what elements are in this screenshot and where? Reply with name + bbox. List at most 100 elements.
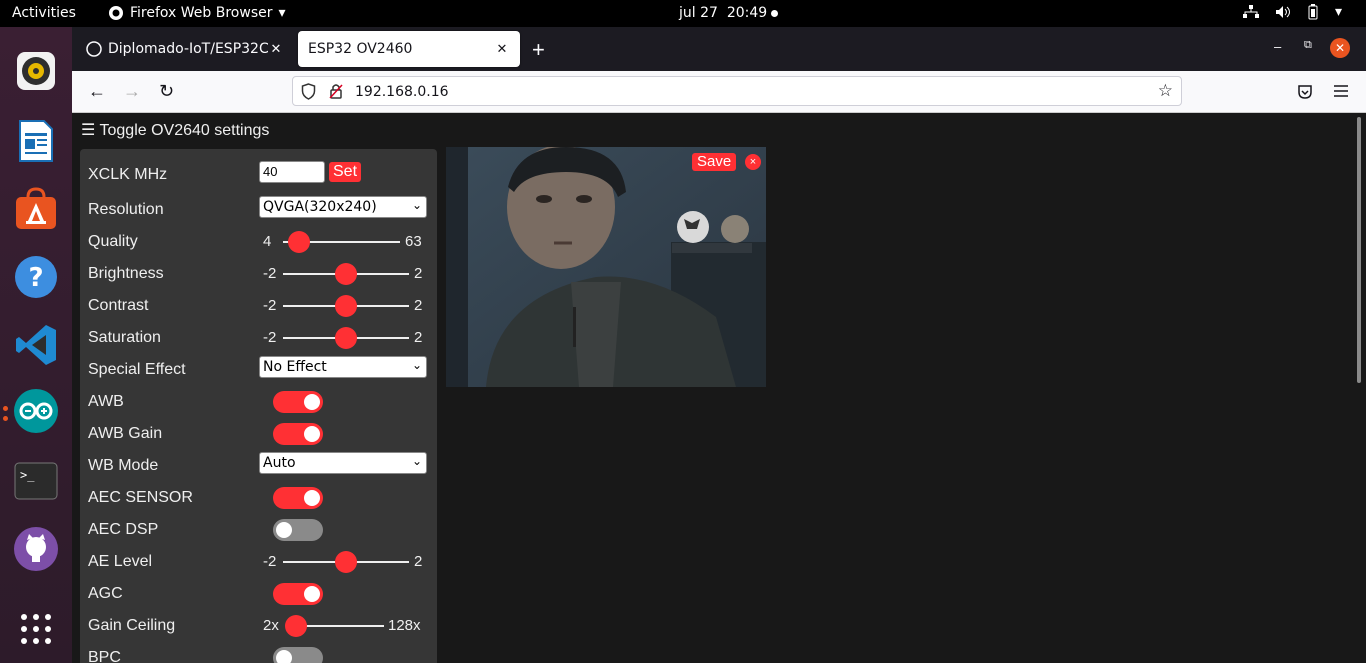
brightness-row: Brightness -2 2 [88, 258, 428, 290]
gain-ceiling-max: 128x [388, 617, 421, 634]
shield-icon[interactable] [301, 83, 316, 100]
toggle-knob [276, 650, 292, 663]
arduino-icon[interactable] [12, 387, 60, 435]
maximize-button[interactable]: ⧉ [1304, 39, 1312, 52]
quality-slider-thumb[interactable] [288, 231, 310, 253]
rhythmbox-icon[interactable] [12, 47, 60, 95]
app-menu-label: Firefox Web Browser [130, 5, 273, 21]
awb-toggle[interactable] [273, 391, 323, 413]
svg-text:?: ? [28, 263, 43, 293]
forward-button[interactable]: → [123, 81, 141, 102]
github-desktop-icon[interactable] [12, 525, 60, 573]
bpc-row: BPC [88, 642, 428, 663]
aec-dsp-toggle[interactable] [273, 519, 323, 541]
resolution-label: Resolution [88, 201, 164, 218]
notification-dot-icon [771, 10, 778, 17]
tab-title: Diplomado-IoT/ESP32CAM [108, 41, 268, 57]
brightness-label: Brightness [88, 265, 164, 282]
window-close-button[interactable]: ✕ [1330, 38, 1350, 58]
network-icon [1242, 5, 1259, 18]
awb-row: AWB [88, 386, 428, 418]
brightness-slider-thumb[interactable] [335, 263, 357, 285]
contrast-min: -2 [263, 297, 277, 314]
wb-mode-select[interactable]: Auto ⌄ [259, 452, 427, 474]
system-menu[interactable]: ▾ [1242, 4, 1342, 20]
reload-button[interactable]: ↻ [159, 81, 174, 102]
minimize-button[interactable]: – [1274, 39, 1281, 54]
running-indicator-icon [3, 406, 8, 411]
running-indicator-icon [3, 416, 8, 421]
brightness-min: -2 [263, 265, 277, 282]
ae-level-max: 2 [414, 553, 423, 570]
ae-level-label: AE Level [88, 553, 153, 570]
ae-level-slider-thumb[interactable] [335, 551, 357, 573]
chevron-down-icon: ⌄ [411, 198, 422, 212]
tab-esp32[interactable]: ESP32 OV2460 ✕ [298, 31, 520, 67]
agc-label: AGC [88, 585, 123, 602]
xclk-label: XCLK MHz [88, 166, 168, 183]
settings-panel: XCLK MHz 40 Set Resolution QVGA(320x240)… [80, 149, 437, 663]
aec-sensor-toggle[interactable] [273, 487, 323, 509]
resolution-row: Resolution QVGA(320x240) ⌄ [88, 194, 428, 226]
terminal-icon[interactable]: >_ [12, 457, 60, 505]
chevron-down-icon: ⌄ [411, 454, 422, 468]
xclk-row: XCLK MHz 40 Set [88, 159, 428, 191]
chevron-down-icon: ▾ [278, 5, 286, 21]
libreoffice-writer-icon[interactable] [12, 117, 60, 165]
agc-row: AGC [88, 578, 428, 610]
toggle-settings-link[interactable]: ☰ Toggle OV2640 settings [81, 120, 269, 140]
agc-toggle[interactable] [273, 583, 323, 605]
url-text: 192.168.0.16 [355, 84, 449, 100]
vscode-icon[interactable] [12, 321, 60, 369]
contrast-row: Contrast -2 2 [88, 290, 428, 322]
awb-gain-toggle[interactable] [273, 423, 323, 445]
saturation-min: -2 [263, 329, 277, 346]
save-button[interactable]: Save [692, 153, 737, 171]
close-stream-icon[interactable]: × [745, 154, 761, 170]
pocket-icon[interactable] [1297, 84, 1313, 100]
aec-dsp-label: AEC DSP [88, 521, 159, 538]
web-page: ☰ Toggle OV2640 settings XCLK MHz 40 Set… [72, 113, 1366, 663]
quality-max: 63 [405, 233, 422, 250]
gain-ceiling-label: Gain Ceiling [88, 617, 176, 634]
activities-button[interactable]: Activities [12, 5, 76, 21]
system-top-bar: Activities Firefox Web Browser ▾ jul 27 … [0, 0, 1366, 27]
show-apps-icon[interactable] [12, 605, 60, 653]
software-center-icon[interactable] [12, 185, 60, 233]
new-tab-button[interactable]: + [532, 37, 545, 63]
app-menu[interactable]: Firefox Web Browser ▾ [108, 5, 286, 21]
battery-icon [1308, 4, 1318, 20]
github-icon [86, 41, 102, 57]
close-tab-icon[interactable]: ✕ [494, 42, 510, 57]
quality-label: Quality [88, 233, 138, 250]
insecure-lock-icon[interactable] [329, 83, 343, 99]
wb-mode-row: WB Mode Auto ⌄ [88, 450, 428, 482]
xclk-set-button[interactable]: Set [329, 162, 362, 182]
quality-row: Quality 4 63 [88, 226, 428, 258]
bookmark-star-icon[interactable]: ☆ [1158, 81, 1173, 101]
xclk-input[interactable]: 40 [259, 161, 325, 183]
help-icon[interactable]: ? [12, 253, 60, 301]
resolution-select[interactable]: QVGA(320x240) ⌄ [259, 196, 427, 218]
clock[interactable]: jul 27 20:49 [679, 5, 767, 21]
contrast-slider-thumb[interactable] [335, 295, 357, 317]
close-tab-icon[interactable]: ✕ [268, 42, 284, 57]
tab-diplomado[interactable]: Diplomado-IoT/ESP32CAM ✕ [76, 31, 294, 67]
awb-label: AWB [88, 393, 124, 410]
special-effect-select[interactable]: No Effect ⌄ [259, 356, 427, 378]
hamburger-menu-icon[interactable] [1334, 85, 1348, 97]
gain-ceiling-slider-thumb[interactable] [285, 615, 307, 637]
quality-min: 4 [263, 233, 272, 250]
toggle-knob [304, 426, 320, 442]
page-scrollbar[interactable] [1357, 117, 1361, 383]
tab-title: ESP32 OV2460 [308, 41, 413, 57]
saturation-slider-thumb[interactable] [335, 327, 357, 349]
firefox-icon [109, 6, 123, 20]
saturation-row: Saturation -2 2 [88, 322, 428, 354]
aec-sensor-row: AEC SENSOR [88, 482, 428, 514]
contrast-max: 2 [414, 297, 423, 314]
back-button[interactable]: ← [88, 81, 106, 102]
bpc-toggle[interactable] [273, 647, 323, 663]
saturation-max: 2 [414, 329, 423, 346]
address-bar[interactable]: 192.168.0.16 ☆ [292, 76, 1182, 106]
